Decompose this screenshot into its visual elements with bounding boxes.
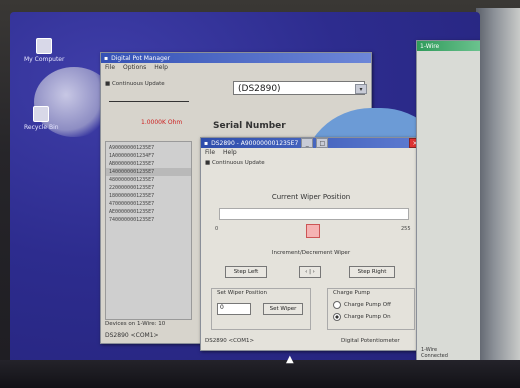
list-item[interactable]: 7400000001235E7 [106, 216, 191, 224]
checkbox-label: Continuous Update [211, 160, 265, 166]
serial-select[interactable]: (DS2890) [233, 81, 365, 95]
list-item[interactable]: 4700000001235E7 [106, 200, 191, 208]
resistance-readout: 1.0000K Ohm [141, 119, 183, 126]
radio-label: Charge Pump Off [344, 302, 391, 308]
app-icon: ▪ [204, 139, 209, 147]
dialog-menubar: File Help [201, 148, 421, 156]
menu-file[interactable]: File [105, 64, 115, 71]
step-left-button[interactable]: Step Left [225, 266, 267, 278]
list-item[interactable]: 1800000001235E7 [106, 192, 191, 200]
monitor-right-edge [476, 8, 520, 378]
mouse-pointer-icon: ▲ [286, 354, 294, 365]
step-right-button[interactable]: Step Right [349, 266, 395, 278]
app-icon: ▪ [104, 54, 109, 62]
radio-selected-icon [333, 313, 341, 321]
checkbox-label: Continuous Update [111, 81, 165, 87]
dialog-footer-left: DS2890 <COM1> [205, 338, 255, 344]
wiper-stepper[interactable]: ‹ | › [299, 266, 321, 278]
side-window: 1-Wire 1-Wire Connected [416, 40, 480, 364]
minimize-icon[interactable]: _ [301, 138, 314, 148]
menu-options[interactable]: Options [123, 64, 146, 71]
side-window-title: 1-Wire [420, 42, 440, 50]
radio-label: Charge Pump On [344, 314, 391, 320]
desktop-icon-label: My Computer [24, 56, 65, 63]
list-item-selected[interactable]: 1400000001235E7 [106, 168, 191, 176]
wiper-position-title: Current Wiper Position [271, 193, 351, 201]
desktop-icon-recycle-bin[interactable]: Recycle Bin [24, 106, 59, 131]
list-item[interactable]: AB00000001235E7 [106, 160, 191, 168]
device-count-status: Devices on 1-Wire: 10 [105, 321, 166, 327]
charge-pump-off-radio[interactable]: Charge Pump Off [333, 301, 391, 309]
list-item[interactable]: 4800000001235E7 [106, 176, 191, 184]
set-wiper-button[interactable]: Set Wiper [263, 303, 303, 315]
list-item[interactable]: 2200000001235E7 [106, 184, 191, 192]
scale-max-label: 255 [401, 226, 411, 232]
wiper-slider-track[interactable] [219, 208, 409, 220]
recycle-bin-icon [33, 106, 50, 122]
menu-help[interactable]: Help [154, 64, 168, 71]
list-item[interactable]: 1A00000001234F7 [106, 152, 191, 160]
desktop-icon-my-computer[interactable]: My Computer [24, 38, 64, 63]
side-status-line-2: Connected [421, 353, 448, 359]
dialog-footer-right: Digital Potentiometer [341, 338, 400, 344]
charge-pump-group-title: Charge Pump [333, 290, 371, 296]
radio-icon [333, 301, 341, 309]
main-window-titlebar[interactable]: ▪ Digital Pot Manager [101, 53, 371, 63]
inc-dec-title: Increment/Decrement Wiper [271, 250, 351, 256]
dialog-title: DS2890 - A900000001235E7 [211, 139, 299, 147]
desktop-icon-label: Recycle Bin [24, 124, 59, 131]
main-menubar: File Options Help [101, 63, 371, 71]
serial-number-heading: Serial Number [213, 121, 286, 131]
chevron-down-icon[interactable]: ▾ [355, 84, 367, 94]
set-wiper-group-title: Set Wiper Position [217, 290, 267, 296]
wiper-slider-thumb[interactable] [306, 224, 320, 238]
desktop: My Computer Recycle Bin ▪ Digital Pot Ma… [10, 12, 480, 364]
main-footer: DS2890 <COM1> [105, 332, 159, 339]
side-window-titlebar[interactable]: 1-Wire [417, 41, 480, 51]
list-item[interactable]: AE00000001235E7 [106, 208, 191, 216]
main-window-title: Digital Pot Manager [111, 54, 171, 62]
continuous-update-checkbox[interactable]: ■ Continuous Update [105, 81, 165, 87]
menu-help[interactable]: Help [223, 149, 237, 156]
monitor-bottom-edge [0, 360, 520, 388]
dialog-titlebar[interactable]: ▪ DS2890 - A900000001235E7 _ □ × [201, 138, 421, 148]
dialog-continuous-update-checkbox[interactable]: ■ Continuous Update [205, 160, 265, 166]
wiper-position-input[interactable]: 0 [217, 303, 251, 315]
device-dialog: ▪ DS2890 - A900000001235E7 _ □ × File He… [200, 137, 422, 351]
device-list[interactable]: A900000001235E7 1A00000001234F7 AB000000… [105, 141, 192, 320]
charge-pump-on-radio[interactable]: Charge Pump On [333, 313, 391, 321]
computer-icon [36, 38, 53, 54]
scale-min-label: 0 [215, 226, 219, 232]
list-item[interactable]: A900000001235E7 [106, 144, 191, 152]
menu-file[interactable]: File [205, 149, 215, 156]
maximize-icon[interactable]: □ [316, 138, 329, 148]
side-status: 1-Wire Connected [421, 347, 448, 359]
